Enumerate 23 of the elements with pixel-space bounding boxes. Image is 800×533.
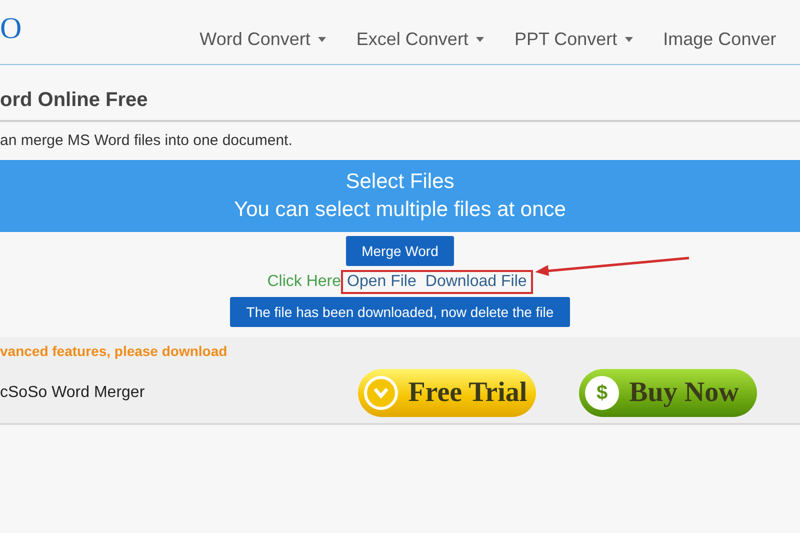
buy-now-button[interactable]: $ Buy Now: [579, 369, 758, 417]
product-name: cSoSo Word Merger: [0, 384, 146, 402]
page-title: ord Online Free: [0, 89, 148, 111]
status-button[interactable]: The file has been downloaded, now delete the file: [230, 297, 570, 327]
nav-menu[interactable]: Image Conver: [663, 29, 776, 50]
description-text: an merge MS Word files into one document.: [0, 132, 292, 149]
caret-icon: [318, 37, 326, 42]
dollar-icon: $: [585, 376, 620, 410]
caret-icon: [476, 37, 484, 42]
site-logo[interactable]: O: [0, 12, 22, 46]
chevron-down-icon: [364, 376, 398, 410]
nav-menu[interactable]: PPT Convert: [514, 29, 634, 50]
click-here-text: Click Here: [267, 273, 342, 291]
caret-icon: [625, 37, 634, 42]
merge-button[interactable]: Merge Word: [346, 236, 454, 266]
free-trial-button[interactable]: Free Trial: [358, 369, 536, 417]
select-files-title: Select Files: [346, 170, 454, 194]
nav-menu[interactable]: Word Convert: [200, 29, 326, 50]
nav-menu[interactable]: Excel Convert: [356, 29, 484, 50]
select-files-hint: You can select multiple files at once: [234, 198, 566, 222]
promo-notice: vanced features, please download: [0, 343, 228, 359]
file-link[interactable]: Open File: [347, 273, 416, 291]
file-link[interactable]: Download File: [425, 273, 527, 291]
